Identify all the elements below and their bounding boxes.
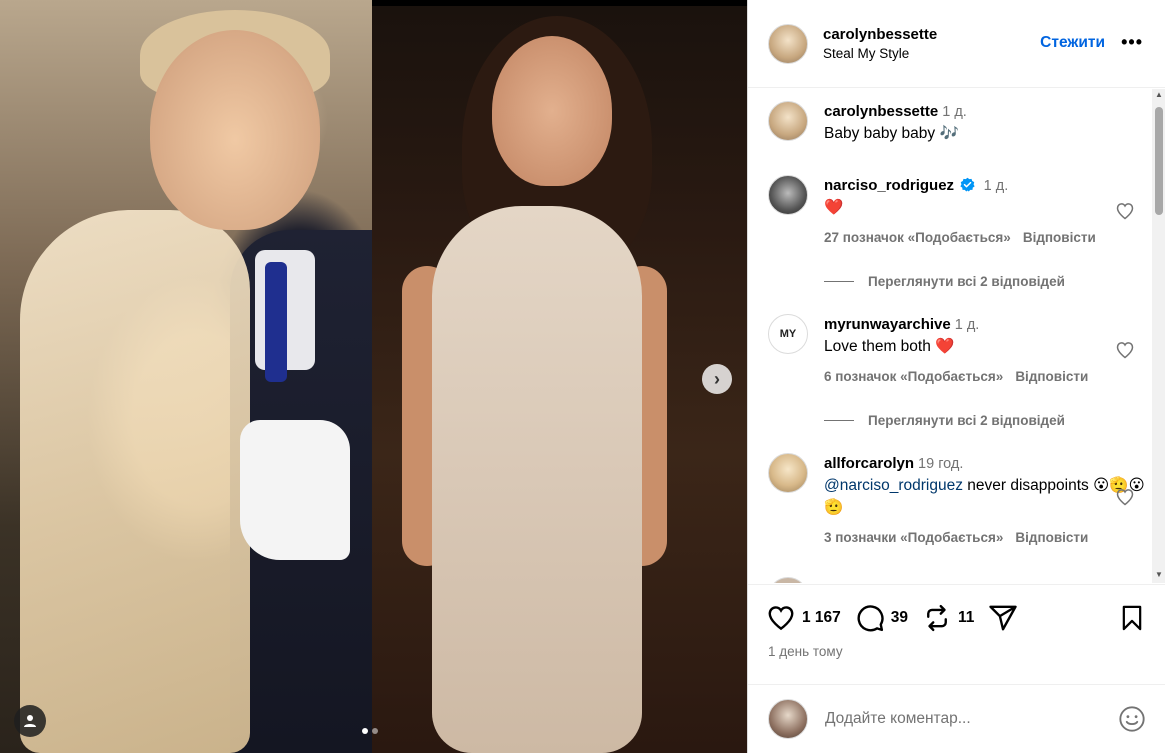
replies-line xyxy=(824,420,854,421)
add-comment-bar: Додайте коментар... xyxy=(748,684,1165,753)
comment-time[interactable]: 1 д. xyxy=(955,317,980,333)
share-button[interactable] xyxy=(988,603,1024,633)
tagged-users-button[interactable] xyxy=(14,705,46,737)
replies-line xyxy=(824,281,854,282)
comment-avatar[interactable] xyxy=(768,453,808,493)
photo-right-face xyxy=(492,36,612,186)
heart-outline-icon[interactable] xyxy=(1115,487,1135,507)
photo-left-tie xyxy=(265,262,287,382)
avatar-logo-text: MY xyxy=(779,328,797,340)
comment-item: MY myrunwayarchive 1 д. Love them both ❤️… xyxy=(768,314,1148,388)
post-actions: 1 167 39 11 1 день тому xyxy=(748,584,1165,684)
photo-left-dress xyxy=(20,210,250,753)
author-avatar[interactable] xyxy=(768,23,808,64)
photo-left-napkin xyxy=(240,420,350,560)
follow-button[interactable]: Стежити xyxy=(1040,34,1105,52)
reply-button[interactable]: Відповісти xyxy=(1015,369,1088,384)
comment-avatar-partial[interactable] xyxy=(768,577,808,583)
photo-left-head xyxy=(150,30,320,230)
view-replies-button[interactable]: Переглянути всі 2 відповідей xyxy=(824,413,1065,428)
view-replies-label: Переглянути всі 2 відповідей xyxy=(868,413,1065,428)
comments-list[interactable]: carolynbessette 1 д. Baby baby baby 🎶 nar… xyxy=(748,89,1165,583)
comment-likes[interactable]: 27 позначок «Подобається» xyxy=(824,230,1011,245)
comment-count[interactable]: 39 xyxy=(891,609,908,627)
heart-outline-icon[interactable] xyxy=(1115,201,1135,221)
photo-right-dress xyxy=(432,206,642,753)
slide-indicator xyxy=(362,728,378,734)
like-button[interactable]: 1 167 xyxy=(766,603,841,633)
scrollbar-thumb[interactable] xyxy=(1155,107,1163,215)
like-count[interactable]: 1 167 xyxy=(802,609,841,627)
view-replies-label: Переглянути всі 2 відповідей xyxy=(868,274,1065,289)
post-media[interactable]: › xyxy=(0,0,747,753)
repost-count[interactable]: 11 xyxy=(958,609,974,627)
chevron-right-icon: › xyxy=(714,368,720,389)
heart-outline-icon[interactable] xyxy=(1115,340,1135,360)
current-user-avatar xyxy=(768,699,808,739)
photo-left xyxy=(0,0,372,753)
caption: carolynbessette 1 д. Baby baby baby 🎶 xyxy=(768,101,1148,145)
comment-button[interactable]: 39 xyxy=(855,603,908,633)
comment-text: ❤️ xyxy=(824,199,844,216)
comment-username[interactable]: allforcarolyn xyxy=(824,455,914,472)
scroll-up-icon[interactable]: ▲ xyxy=(1155,91,1163,99)
slide-dot xyxy=(372,728,378,734)
comment-time[interactable]: 19 год. xyxy=(918,456,963,472)
scroll-down-icon[interactable]: ▼ xyxy=(1155,571,1163,579)
comment-avatar[interactable]: MY xyxy=(768,314,808,354)
comment-text: Love them both ❤️ xyxy=(824,338,955,355)
send-icon xyxy=(989,605,1018,631)
comment-bubble-icon xyxy=(857,605,884,632)
author-subtitle[interactable]: Steal My Style xyxy=(823,46,937,61)
reply-button[interactable]: Відповісти xyxy=(1015,530,1088,545)
repost-button[interactable]: 11 xyxy=(922,603,974,633)
comment-item: allforcarolyn 19 год. @narciso_rodriguez … xyxy=(768,453,1148,549)
emoji-icon[interactable] xyxy=(1118,705,1146,733)
comment-item: narciso_rodriguez 1 д. ❤️ 27 позначок «П… xyxy=(768,175,1148,249)
comment-time[interactable]: 1 д. xyxy=(984,178,1009,194)
slide-dot-active xyxy=(362,728,368,734)
view-replies-button[interactable]: Переглянути всі 2 відповідей xyxy=(824,274,1065,289)
user-icon xyxy=(24,715,36,727)
caption-text: Baby baby baby 🎶 xyxy=(824,125,959,142)
next-slide-button[interactable]: › xyxy=(702,364,732,394)
photo-right xyxy=(372,6,747,753)
comment-likes[interactable]: 3 позначки «Подобається» xyxy=(824,530,1003,545)
comment-username[interactable]: narciso_rodriguez xyxy=(824,177,954,194)
post-timestamp[interactable]: 1 день тому xyxy=(768,644,843,659)
bookmark-icon[interactable] xyxy=(1118,603,1146,633)
heart-icon xyxy=(768,606,794,631)
mention-link[interactable]: @narciso_rodriguez xyxy=(824,477,963,494)
comment-username[interactable]: myrunwayarchive xyxy=(824,316,951,333)
comment-avatar[interactable] xyxy=(768,175,808,215)
author-username[interactable]: carolynbessette xyxy=(823,26,937,43)
reply-button[interactable]: Відповісти xyxy=(1023,230,1096,245)
comments-scrollbar[interactable]: ▲ ▼ xyxy=(1152,89,1165,583)
post-header: carolynbessette Steal My Style Стежити •… xyxy=(748,0,1165,88)
repost-icon xyxy=(927,604,947,632)
comment-likes[interactable]: 6 позначок «Подобається» xyxy=(824,369,1003,384)
caption-time[interactable]: 1 д. xyxy=(942,104,967,120)
more-options-icon[interactable]: ••• xyxy=(1121,32,1143,53)
caption-username[interactable]: carolynbessette xyxy=(824,103,938,120)
verified-badge-icon xyxy=(960,177,975,192)
post-sidebar: carolynbessette Steal My Style Стежити •… xyxy=(747,0,1165,753)
comment-input[interactable]: Додайте коментар... xyxy=(825,710,1118,728)
caption-avatar[interactable] xyxy=(768,101,808,141)
